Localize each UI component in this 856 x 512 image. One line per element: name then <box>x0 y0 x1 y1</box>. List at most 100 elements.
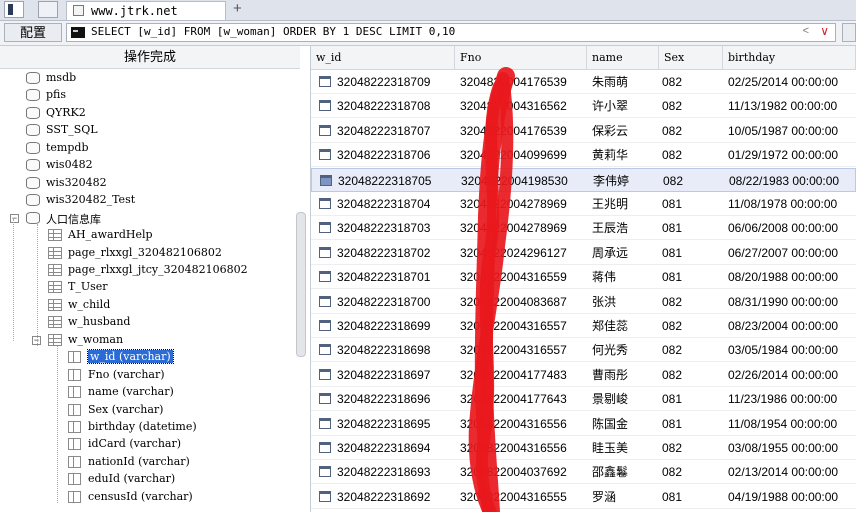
tree-item-database[interactable]: wis320482_Test <box>0 192 300 209</box>
cell-sex: 082 <box>662 75 683 89</box>
tab-list-button[interactable] <box>38 1 58 18</box>
cell-name: 郑佳蕊 <box>592 319 629 333</box>
cell-birthday: 11/08/1978 00:00:00 <box>728 197 838 211</box>
grid-header: w_id Fno name Sex birthday <box>311 46 856 70</box>
tree-item-table[interactable]: T_User <box>0 279 300 296</box>
tree-item-column[interactable]: name (varchar) <box>0 384 300 401</box>
table-row[interactable]: 32048222318703 3204822004278969 王辰浩 081 06/0… <box>311 216 856 241</box>
database-icon <box>26 72 40 84</box>
cell-name: 何光秀 <box>592 343 629 358</box>
table-row[interactable]: 32048222318709 3204822004176539 朱雨萌 082 02/2… <box>311 70 856 94</box>
collapse-icon[interactable]: − <box>10 213 19 223</box>
cell-fno: 3204822004278969 <box>460 221 567 236</box>
cell-sex: 082 <box>662 441 683 455</box>
cell-fno: 3204822004037692 <box>460 465 567 480</box>
column-header-fno[interactable]: Fno <box>455 46 587 69</box>
table-icon <box>48 298 62 311</box>
tree-item-database[interactable]: 人口信息库 − <box>0 210 300 227</box>
tree-item-database[interactable]: tempdb <box>0 140 300 157</box>
tree-item-column[interactable]: censusId (varchar) <box>0 489 300 506</box>
tree-item-database[interactable]: pfis <box>0 87 300 104</box>
cell-name: 张洪 <box>592 294 617 309</box>
tree-item-label: idCard (varchar) <box>88 437 182 451</box>
tree-item-database[interactable]: wis320482 <box>0 175 300 192</box>
table-row[interactable]: 32048222318707 3204822004176539 保彩云 082 10/0… <box>311 119 856 143</box>
table-row[interactable]: 32048222318698 3204822004316557 何光秀 082 03/0… <box>311 338 856 363</box>
sql-history-icon[interactable]: < <box>803 25 809 37</box>
cell-name: 王兆明 <box>592 197 629 211</box>
status-header: 操作完成 <box>0 46 300 69</box>
row-icon <box>319 490 331 502</box>
tree-item-table[interactable]: w_husband <box>0 314 300 331</box>
tree-item-table[interactable]: AH_awardHelp <box>0 227 300 244</box>
tree-item-database[interactable]: msdb <box>0 70 300 87</box>
tree-item-column[interactable]: eduId (varchar) <box>0 471 300 488</box>
row-icon <box>319 295 331 307</box>
cell-birthday: 08/20/1988 00:00:00 <box>728 270 839 285</box>
column-icon <box>68 386 81 399</box>
sql-input[interactable]: SELECT [w_id] FROM [w_woman] ORDER BY 1 … <box>66 23 836 42</box>
row-icon <box>319 344 331 356</box>
tree-item-column[interactable]: idCard (varchar) <box>0 436 300 453</box>
cell-w_id: 32048222318703 <box>337 221 431 236</box>
cell-name: 陈国金 <box>592 416 629 431</box>
tree-item-label: wis0482 <box>46 158 93 172</box>
sidebar-toggle-button[interactable] <box>4 1 24 18</box>
table-row[interactable]: 32048222318693 3204822004037692 邵鑫鬈 082 02/1… <box>311 460 856 485</box>
table-row[interactable]: 32048222318706 3204822004099699 黄莉华 082 01/2… <box>311 143 856 168</box>
table-row[interactable]: 32048222318701 3204822004316559 蒋伟 081 08/20… <box>311 265 856 290</box>
cell-fno: 3204822004198530 <box>461 173 568 188</box>
column-icon <box>68 403 81 416</box>
cell-name: 许小翠 <box>592 99 629 114</box>
new-tab-button[interactable]: + <box>233 0 242 17</box>
tree-scrollbar[interactable] <box>296 212 306 357</box>
cell-birthday: 04/19/1988 00:00:00 <box>728 489 839 504</box>
table-row[interactable]: 32048222318704 3204822004278969 王兆明 081 11/0… <box>311 192 856 216</box>
cell-w_id: 32048222318706 <box>337 148 431 163</box>
table-row[interactable]: 32048222318699 3204822004316557 郑佳蕊 082 08/2… <box>311 314 856 338</box>
tree-item-column[interactable]: birthday (datetime) <box>0 419 300 436</box>
cell-birthday: 02/13/2014 00:00:00 <box>728 465 839 480</box>
column-icon <box>68 455 81 468</box>
cell-name: 眭玉美 <box>592 441 629 455</box>
tree-item-database[interactable]: wis0482 <box>0 157 300 174</box>
table-row[interactable]: 32048222318700 3204822004083687 张洪 082 08/31… <box>311 290 856 314</box>
table-row[interactable]: 32048222318702 3204822024296127 周承远 081 06/2… <box>311 241 856 265</box>
cell-name: 罗涵 <box>592 489 617 504</box>
cell-fno: 3204822004316559 <box>460 270 567 285</box>
row-icon <box>319 393 331 405</box>
tree-item-label: T_User <box>68 280 108 294</box>
table-row[interactable]: 32048222318697 3204822004177483 曹雨彤 082 02/2… <box>311 363 856 387</box>
tree-item-column[interactable]: nationId (varchar) <box>0 454 300 471</box>
tree-item-table[interactable]: page_rlxxgl_320482106802 <box>0 245 300 262</box>
tree-item-table[interactable]: w_woman − <box>0 332 300 349</box>
tree-item-database[interactable]: QYRK2 <box>0 105 300 122</box>
column-header-name[interactable]: name <box>587 46 659 69</box>
table-row[interactable]: 32048222318708 3204822004316562 许小翠 082 11/1… <box>311 94 856 119</box>
table-row[interactable]: 32048222318694 3204822004316556 眭玉美 082 03/0… <box>311 436 856 460</box>
table-row[interactable]: 32048222318696 3204822004177643 景剔峻 081 11/2… <box>311 387 856 412</box>
column-header-sex[interactable]: Sex <box>659 46 723 69</box>
tree-item-database[interactable]: SST_SQL <box>0 122 300 139</box>
config-button[interactable]: 配置 <box>4 23 62 42</box>
tree-item-table[interactable]: w_child <box>0 297 300 314</box>
table-row[interactable]: 32048222318705 3204822004198530 李伟婷 082 08/2… <box>311 167 856 192</box>
table-row[interactable]: 32048222318692 3204822004316555 罗涵 081 04/19… <box>311 485 856 509</box>
column-header-birthday[interactable]: birthday <box>723 46 856 69</box>
more-button[interactable] <box>842 23 856 42</box>
tree-item-table[interactable]: page_rlxxgl_jtcy_320482106802 <box>0 262 300 279</box>
tree-item-column[interactable]: w_id (varchar) <box>0 349 300 366</box>
column-header-w-id[interactable]: w_id <box>311 46 455 69</box>
database-icon <box>26 141 40 154</box>
row-icon <box>319 417 331 429</box>
cell-w_id: 32048222318707 <box>337 123 431 138</box>
cell-name: 蒋伟 <box>592 270 617 285</box>
cell-fno: 3204822024296127 <box>460 245 567 260</box>
row-icon <box>319 149 331 161</box>
sql-text: SELECT [w_id] FROM [w_woman] ORDER BY 1 … <box>91 25 456 38</box>
tree-item-column[interactable]: Sex (varchar) <box>0 402 300 419</box>
chevron-down-icon[interactable]: ∨ <box>820 24 829 38</box>
tab-active[interactable]: www.jtrk.net <box>66 1 226 20</box>
tree-item-column[interactable]: Fno (varchar) <box>0 367 300 384</box>
table-row[interactable]: 32048222318695 3204822004316556 陈国金 081 11/0… <box>311 412 856 436</box>
